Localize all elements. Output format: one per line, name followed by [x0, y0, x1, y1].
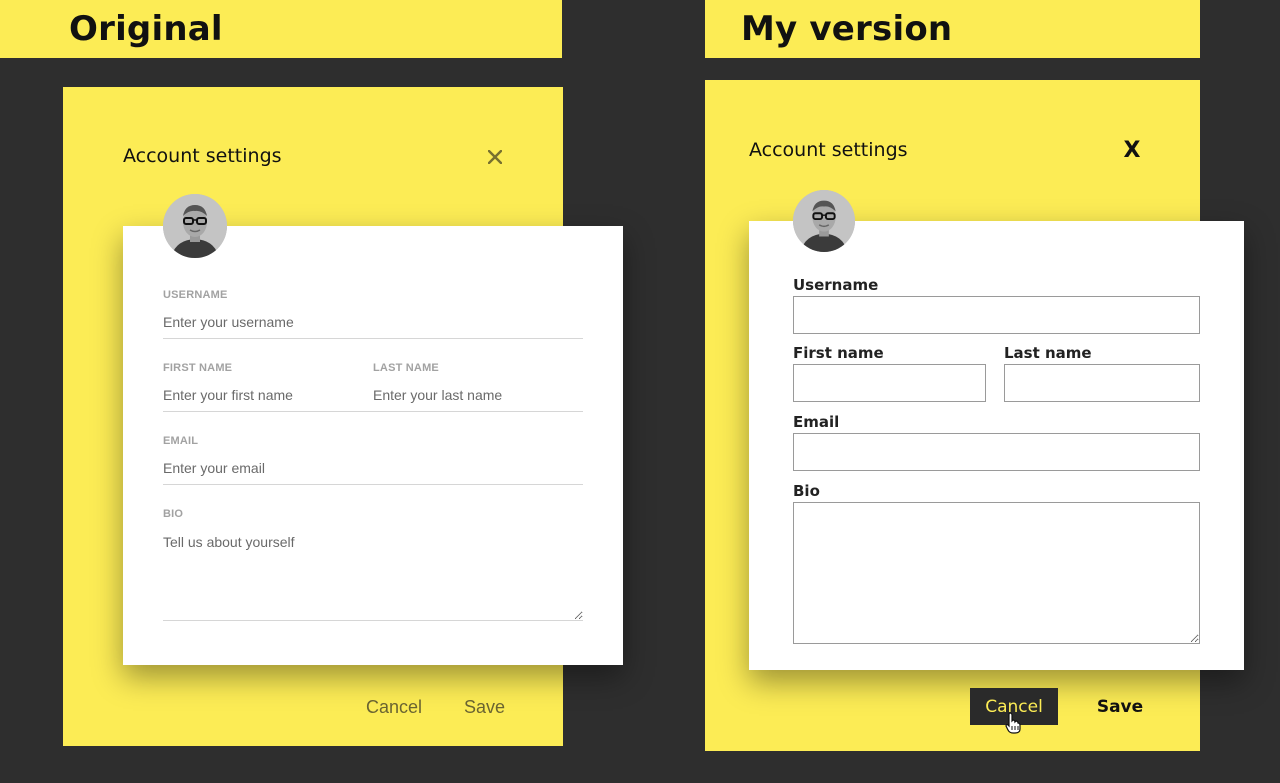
original-dialog-title: Account settings [123, 145, 282, 167]
my-version-avatar[interactable] [793, 190, 855, 252]
email-label: EMAIL [163, 435, 199, 447]
save-button[interactable]: Save [464, 697, 505, 718]
my-username-label: Username [793, 276, 879, 294]
hand-cursor-icon [1005, 712, 1021, 734]
email-input[interactable] [163, 460, 583, 485]
my-first-name-label: First name [793, 344, 884, 362]
original-heading: Original [69, 9, 223, 49]
original-banner: Original [0, 0, 562, 58]
cancel-button[interactable]: Cancel [366, 697, 422, 718]
my-version-heading: My version [741, 9, 953, 49]
my-bio-label: Bio [793, 482, 820, 500]
username-label: USERNAME [163, 289, 228, 301]
my-save-button[interactable]: Save [1095, 688, 1145, 725]
close-x-button[interactable]: X [1120, 137, 1144, 163]
first-name-label: FIRST NAME [163, 362, 233, 374]
my-last-name-input[interactable] [1004, 364, 1200, 402]
my-email-input[interactable] [793, 433, 1200, 471]
original-avatar[interactable] [163, 194, 227, 258]
my-email-label: Email [793, 413, 840, 431]
my-bio-textarea[interactable] [793, 502, 1200, 644]
my-version-dialog-title: Account settings [749, 139, 908, 161]
first-name-input[interactable] [163, 387, 373, 412]
bio-label: BIO [163, 508, 184, 520]
bio-textarea[interactable] [163, 530, 583, 621]
username-input[interactable] [163, 314, 583, 339]
last-name-input[interactable] [373, 387, 583, 412]
my-last-name-label: Last name [1004, 344, 1092, 362]
close-icon[interactable] [484, 146, 506, 168]
my-username-input[interactable] [793, 296, 1200, 334]
my-first-name-input[interactable] [793, 364, 986, 402]
my-version-banner: My version [705, 0, 1200, 58]
last-name-label: LAST NAME [373, 362, 439, 374]
